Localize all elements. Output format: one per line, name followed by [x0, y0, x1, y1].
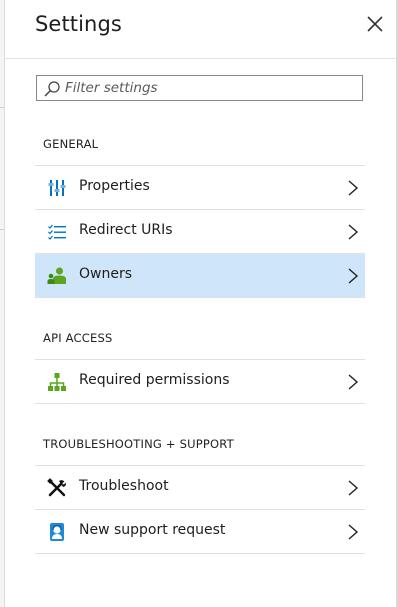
- page-title: Settings: [35, 12, 122, 36]
- menu-item-new-support-request[interactable]: New support request: [35, 510, 365, 554]
- permissions-icon: [48, 373, 66, 391]
- menu-item-label: Troubleshoot: [79, 478, 169, 494]
- filter-settings-input[interactable]: [65, 76, 355, 100]
- search-icon: [44, 81, 60, 97]
- support-icon: [50, 523, 64, 541]
- menu-item-required-permissions[interactable]: Required permissions: [35, 360, 365, 404]
- tools-icon: [47, 478, 66, 497]
- general-menu: Properties Redirect URIs Owners: [35, 165, 365, 298]
- chevron-right-icon: [348, 374, 359, 390]
- filter-box[interactable]: [36, 75, 363, 101]
- troubleshooting-menu: Troubleshoot New support request: [35, 465, 365, 554]
- section-title-api-access: API ACCESS: [43, 331, 113, 345]
- properties-icon: [48, 180, 66, 196]
- menu-item-label: Properties: [79, 178, 150, 194]
- list-icon: [48, 224, 66, 240]
- close-button[interactable]: [363, 12, 387, 36]
- menu-item-label: New support request: [79, 522, 226, 538]
- chevron-right-icon: [348, 524, 359, 540]
- menu-item-owners[interactable]: Owners: [35, 254, 365, 298]
- section-title-general: GENERAL: [43, 137, 99, 151]
- menu-item-properties[interactable]: Properties: [35, 166, 365, 210]
- menu-item-label: Redirect URIs: [79, 222, 173, 238]
- menu-item-troubleshoot[interactable]: Troubleshoot: [35, 466, 365, 510]
- menu-item-redirect-uris[interactable]: Redirect URIs: [35, 210, 365, 254]
- chevron-right-icon: [348, 268, 359, 284]
- settings-blade: Settings GENERAL Properties: [5, 0, 396, 607]
- section-title-troubleshooting-support: TROUBLESHOOTING + SUPPORT: [43, 437, 234, 451]
- owners-icon: [47, 267, 66, 284]
- header-divider: [5, 58, 396, 59]
- menu-item-label: Required permissions: [79, 372, 230, 388]
- close-icon: [367, 16, 383, 32]
- api-access-menu: Required permissions: [35, 359, 365, 404]
- menu-item-label: Owners: [79, 266, 133, 282]
- chevron-right-icon: [348, 480, 359, 496]
- chevron-right-icon: [348, 180, 359, 196]
- chevron-right-icon: [348, 224, 359, 240]
